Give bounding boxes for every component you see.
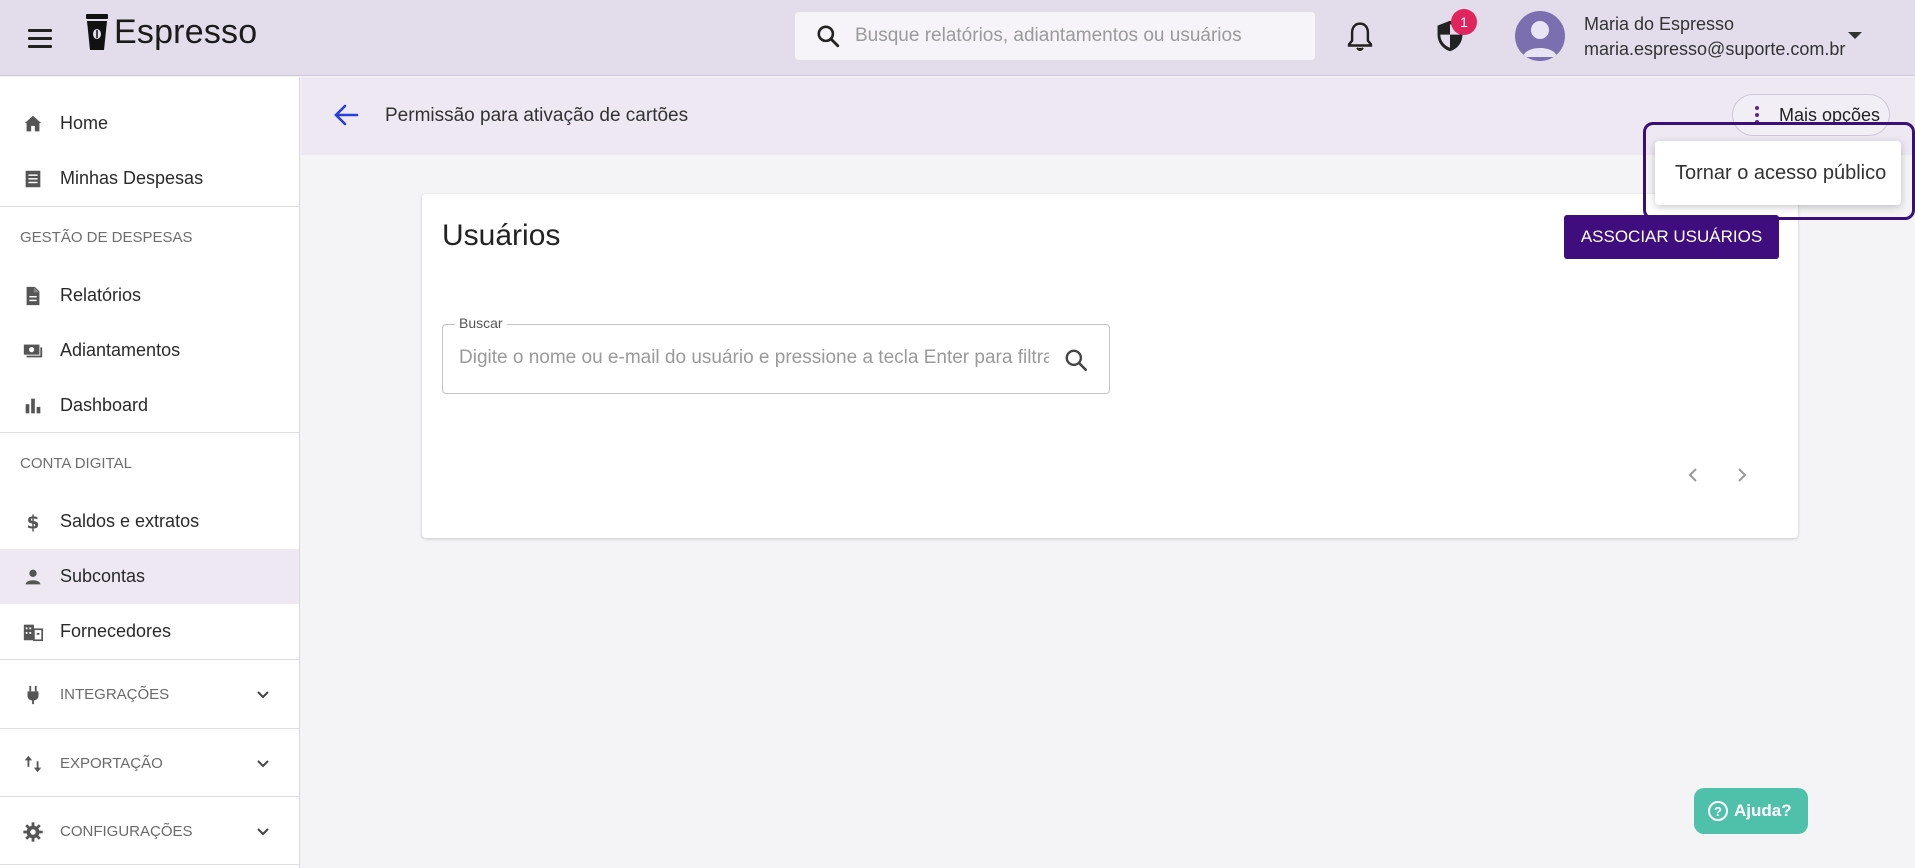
bar-chart-icon <box>25 398 41 413</box>
logo[interactable]: Espresso <box>84 12 257 52</box>
building-icon <box>23 624 43 641</box>
user-name: Maria do Espresso <box>1584 14 1735 34</box>
brand-name: Espresso <box>114 12 258 51</box>
sidebar-item-dashboard[interactable]: Dashboard <box>0 378 299 433</box>
sidebar-item-relatorios[interactable]: Relatórios <box>0 268 299 323</box>
sidebar-group-label: EXPORTAÇÃO <box>60 755 163 772</box>
svg-text:$: $ <box>27 512 40 533</box>
help-button[interactable]: ? Ajuda? <box>1694 788 1808 834</box>
global-search-input[interactable] <box>855 25 1275 47</box>
chevron-down-icon <box>257 690 269 698</box>
search-icon <box>817 25 840 48</box>
page-title: Permissão para ativação de cartões <box>385 105 689 126</box>
chevron-right-icon[interactable] <box>1732 466 1750 484</box>
chevron-left-icon[interactable] <box>1685 466 1703 484</box>
dollar-icon: $ <box>27 512 40 533</box>
sidebar-item-adiantamentos[interactable]: Adiantamentos <box>0 323 299 378</box>
sidebar-item-saldos[interactable]: $ Saldos e extratos <box>0 494 299 549</box>
sidebar-item-label: Dashboard <box>60 395 149 415</box>
chevron-down-icon <box>257 827 269 835</box>
back-arrow-icon[interactable] <box>333 103 359 127</box>
sidebar-item-label: Adiantamentos <box>60 340 181 360</box>
help-icon: ? <box>1708 801 1728 821</box>
chevron-down-icon <box>257 759 269 767</box>
cash-icon <box>23 344 43 357</box>
user-search-field[interactable]: Buscar <box>442 315 1110 394</box>
sidebar-item-home[interactable]: Home <box>0 96 299 151</box>
sidebar-group-integracoes[interactable]: INTEGRAÇÕES <box>0 663 299 726</box>
home-icon <box>24 115 42 131</box>
divider <box>0 796 299 797</box>
sidebar-item-fornecedores[interactable]: Fornecedores <box>0 604 299 659</box>
menu-item-label: Tornar o acesso público <box>1675 161 1887 184</box>
search-icon[interactable] <box>1063 347 1089 373</box>
avatar[interactable] <box>1515 11 1565 61</box>
help-label: Ajuda? <box>1734 801 1792 820</box>
section-label-conta-digital: CONTA DIGITAL <box>20 455 132 472</box>
users-card: Usuários ASSOCIAR USUÁRIOS Buscar <box>422 194 1798 538</box>
document-icon <box>26 286 40 305</box>
person-icon <box>25 569 41 584</box>
sidebar-item-label: Minhas Despesas <box>60 168 204 188</box>
person-icon <box>1523 21 1557 57</box>
divider <box>0 206 299 207</box>
bell-icon[interactable] <box>1345 20 1375 54</box>
associate-users-button[interactable]: ASSOCIAR USUÁRIOS <box>1564 215 1779 259</box>
sidebar-group-exportacao[interactable]: EXPORTAÇÃO <box>0 732 299 795</box>
import-export-icon <box>24 755 42 772</box>
plug-icon <box>27 685 39 704</box>
sidebar-group-configuracoes[interactable]: CONFIGURAÇÕES <box>0 800 299 863</box>
sidebar-item-subcontas[interactable]: Subcontas <box>0 549 299 604</box>
field-label: Buscar <box>455 315 507 331</box>
user-search-input[interactable] <box>459 347 1049 369</box>
global-search[interactable] <box>795 12 1315 60</box>
divider <box>0 728 299 729</box>
sidebar-item-minhas-despesas[interactable]: Minhas Despesas <box>0 151 299 206</box>
receipt-icon <box>25 170 41 187</box>
coffee-cup-icon <box>86 14 108 50</box>
sidebar-item-label: Saldos e extratos <box>60 511 200 531</box>
sidebar-item-label: Fornecedores <box>60 621 172 641</box>
sidebar-item-label: Home <box>60 113 109 133</box>
divider <box>0 659 299 660</box>
user-email: maria.espresso@suporte.com.br <box>1584 39 1846 59</box>
sidebar-group-label: INTEGRAÇÕES <box>60 686 170 703</box>
sidebar: Home Minhas Despesas GESTÃO DE DESPESAS … <box>0 77 300 868</box>
divider <box>0 432 299 433</box>
divider <box>0 864 299 865</box>
card-title: Usuários <box>442 219 561 252</box>
gear-icon <box>23 821 43 842</box>
sidebar-item-label: Relatórios <box>60 285 142 305</box>
menu-icon[interactable] <box>22 20 58 56</box>
sidebar-group-label: CONFIGURAÇÕES <box>60 823 193 840</box>
caret-down-icon[interactable] <box>1848 32 1862 39</box>
notification-badge: 1 <box>1451 9 1477 35</box>
sidebar-item-label: Subcontas <box>60 566 146 586</box>
section-label-gestao: GESTÃO DE DESPESAS <box>20 229 193 246</box>
top-bar: Espresso 1 Maria do Espresso maria.espre… <box>0 0 1915 76</box>
menu-item-make-public[interactable]: Tornar o acesso público <box>1655 141 1901 205</box>
